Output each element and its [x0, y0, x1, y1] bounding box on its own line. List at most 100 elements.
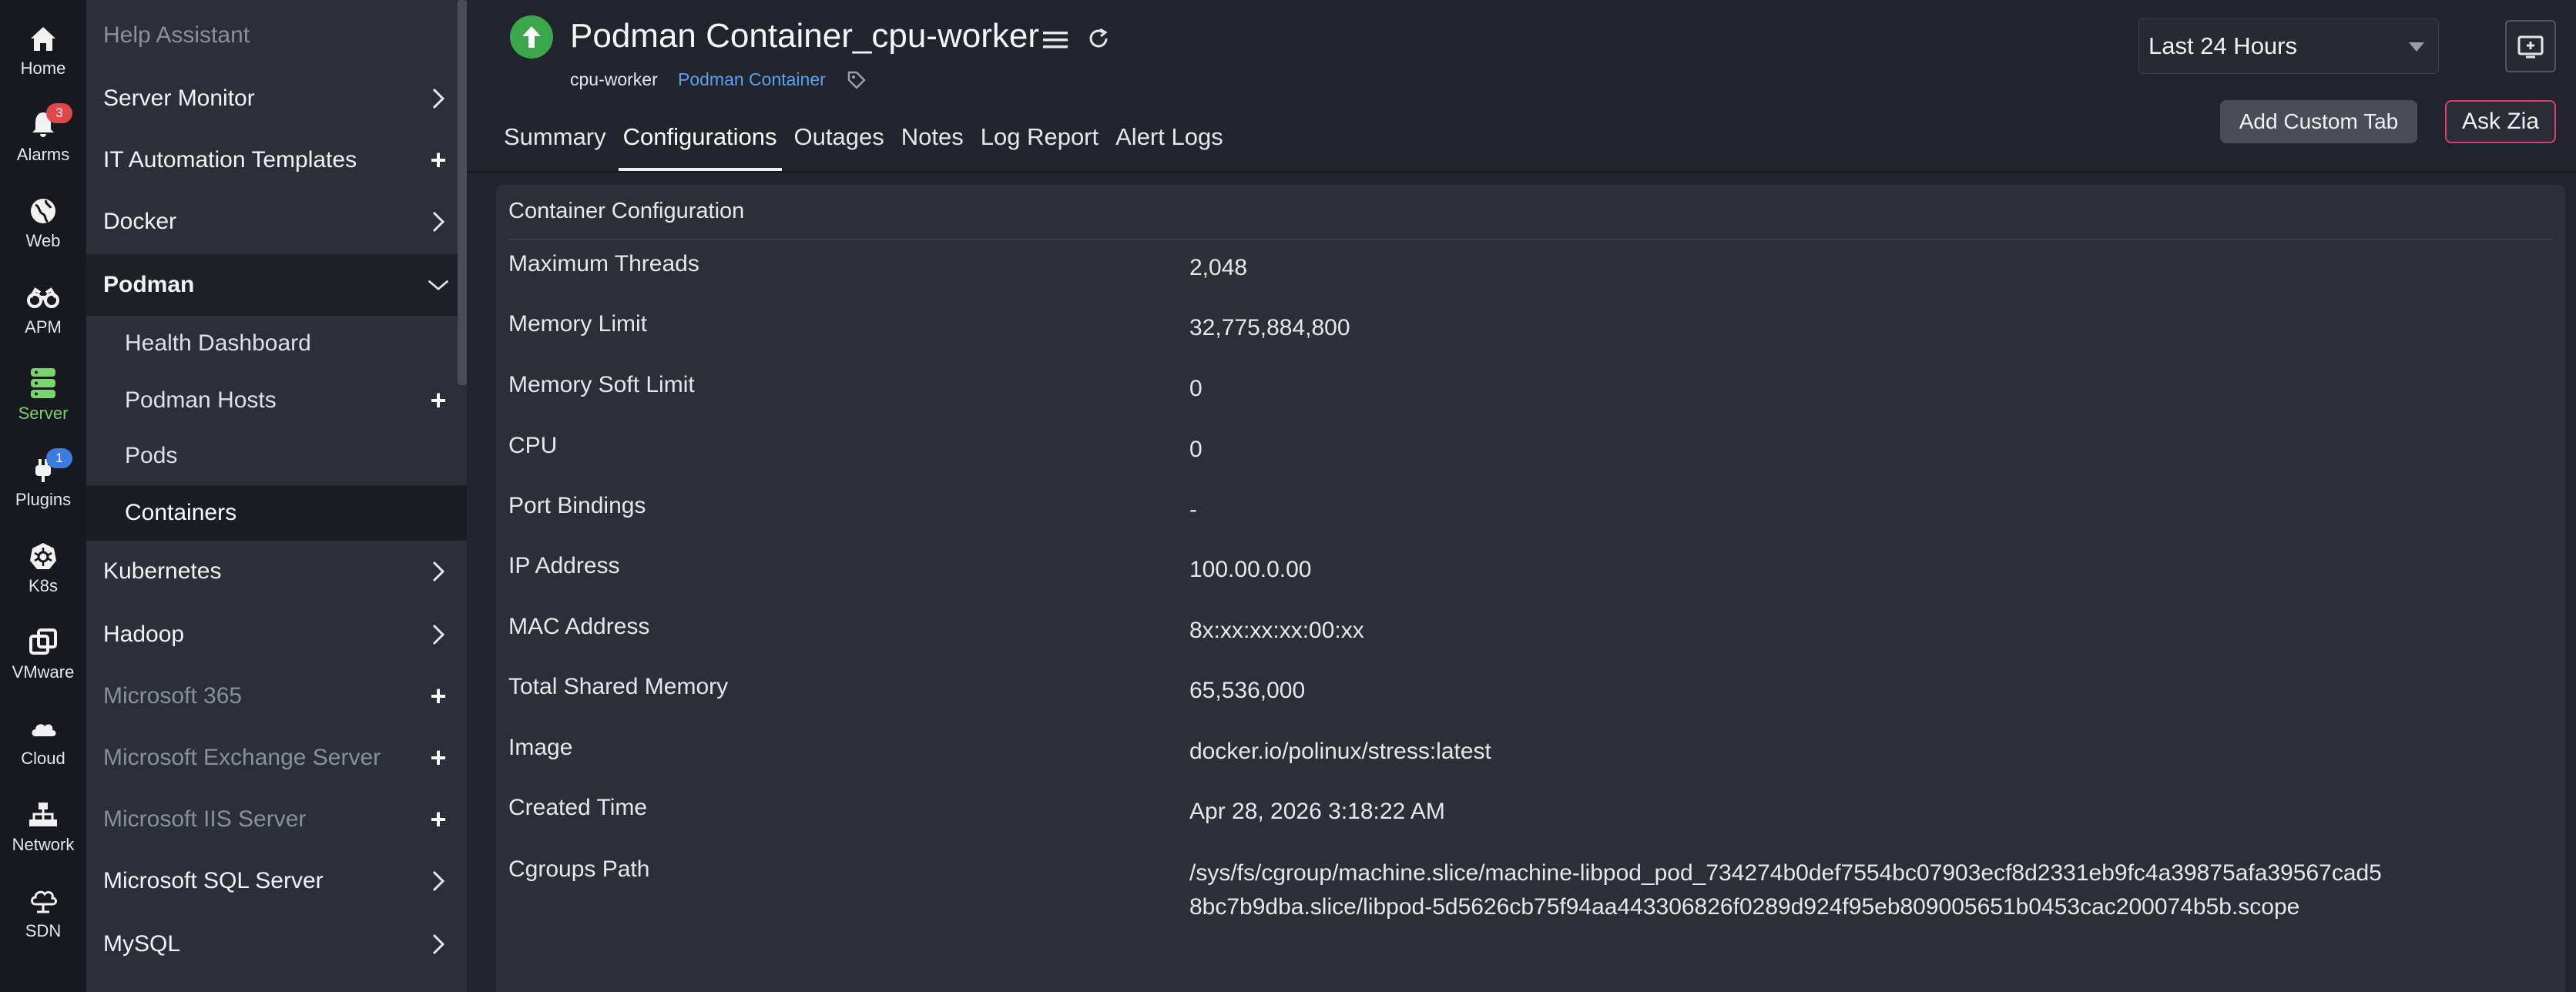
- rail-item-server[interactable]: Server: [0, 345, 86, 425]
- rail-item-home[interactable]: Home: [0, 0, 86, 80]
- cloud-icon: [26, 712, 60, 746]
- config-row: Memory Soft Limit 0: [508, 360, 2550, 420]
- ask-zia-button[interactable]: Ask Zia: [2445, 100, 2556, 143]
- icon-rail: Home 3 Alarms Web APM Server 1 Plugins K…: [0, 0, 86, 992]
- nav-sidebar: Help Assistant Server Monitor IT Automat…: [86, 0, 467, 992]
- time-range-value: Last 24 Hours: [2148, 32, 2297, 59]
- nav-sub-label: Health Dashboard: [125, 330, 311, 356]
- config-key: Port Bindings: [508, 493, 646, 518]
- rail-label: Web: [25, 231, 61, 250]
- bell-icon: 3: [26, 103, 72, 142]
- nav-sub-health-dashboard[interactable]: Health Dashboard: [86, 316, 467, 371]
- nav-item-microsoft-exchange-server[interactable]: Microsoft Exchange Server +: [86, 727, 467, 789]
- nav-item-label: Microsoft IIS Server: [103, 806, 307, 832]
- chevron-right-icon: [427, 623, 450, 646]
- network-icon: [26, 798, 60, 832]
- nav-item-microsoft-iis-server[interactable]: Microsoft IIS Server +: [86, 789, 467, 850]
- nav-item-help-assistant[interactable]: Help Assistant: [86, 5, 467, 66]
- config-row: Created Time Apr 28, 2026 3:18:22 AM: [508, 783, 2550, 843]
- rail-item-cloud[interactable]: Cloud: [0, 690, 86, 770]
- card-title: Container Configuration: [508, 199, 745, 223]
- config-value: 8x:xx:xx:xx:00:xx: [1189, 618, 1364, 643]
- rail-item-vmware[interactable]: VMware: [0, 604, 86, 684]
- plugins-count-badge: 1: [46, 448, 72, 468]
- config-key: Memory Limit: [508, 311, 648, 337]
- tab-outages[interactable]: Outages: [794, 116, 884, 171]
- add-custom-tab-button[interactable]: Add Custom Tab: [2220, 100, 2417, 143]
- config-key: IP Address: [508, 553, 620, 578]
- config-value: 0: [1189, 437, 1202, 462]
- nav-item-kubernetes[interactable]: Kubernetes: [86, 541, 467, 602]
- config-key: Total Shared Memory: [508, 674, 729, 699]
- tab-alert-logs[interactable]: Alert Logs: [1115, 116, 1223, 171]
- config-key: Image: [508, 735, 573, 760]
- rail-item-apm[interactable]: APM: [0, 259, 86, 339]
- config-row: IP Address 100.00.0.00: [508, 541, 2550, 601]
- nav-item-docker[interactable]: Docker: [86, 191, 467, 253]
- config-value: 0: [1189, 376, 1202, 401]
- plus-icon[interactable]: +: [427, 387, 450, 414]
- k8s-icon: [26, 539, 60, 573]
- config-value: 65,536,000: [1189, 678, 1306, 703]
- nav-scrollbar[interactable]: [458, 0, 467, 385]
- rail-label: Plugins: [15, 490, 72, 509]
- menu-icon[interactable]: [1040, 25, 1071, 55]
- config-key: Memory Soft Limit: [508, 372, 695, 397]
- rail-label: Home: [20, 59, 66, 78]
- config-row: Image docker.io/polinux/stress:latest: [508, 722, 2550, 783]
- rail-item-plugins[interactable]: 1 Plugins: [0, 431, 86, 511]
- tab-log-report[interactable]: Log Report: [981, 116, 1098, 171]
- nav-item-label: Kubernetes: [103, 558, 222, 584]
- config-value: Apr 28, 2026 3:18:22 AM: [1189, 799, 1445, 824]
- plus-icon[interactable]: +: [427, 744, 450, 772]
- nav-item-podman[interactable]: Podman: [86, 254, 467, 316]
- display-mode-button[interactable]: [2505, 20, 2556, 72]
- chevron-down-icon: [427, 273, 450, 297]
- config-key: MAC Address: [508, 614, 650, 639]
- rail-label: Cloud: [21, 749, 65, 768]
- chevron-right-icon: [427, 870, 450, 893]
- nav-item-hadoop[interactable]: Hadoop: [86, 604, 467, 665]
- tag-icon[interactable]: [844, 68, 869, 92]
- chevron-right-icon: [427, 560, 450, 583]
- header-divider: [467, 171, 2576, 173]
- monitor-name: cpu-worker: [570, 69, 658, 89]
- plus-icon[interactable]: +: [427, 682, 450, 710]
- nav-item-mysql[interactable]: MySQL: [86, 913, 467, 975]
- nav-item-label: Microsoft SQL Server: [103, 868, 324, 893]
- config-key: CPU: [508, 433, 558, 458]
- page-header: Podman Container_cpu-worker cpu-worker P…: [467, 0, 2576, 171]
- time-range-select[interactable]: Last 24 Hours: [2138, 18, 2439, 74]
- caret-down-icon: [2409, 42, 2424, 52]
- rail-item-network[interactable]: Network: [0, 776, 86, 856]
- nav-sub-pods[interactable]: Pods: [86, 428, 467, 484]
- nav-item-microsoft-365[interactable]: Microsoft 365 +: [86, 665, 467, 727]
- rail-item-k8s[interactable]: K8s: [0, 518, 86, 598]
- tab-notes[interactable]: Notes: [901, 116, 964, 171]
- plug-icon: 1: [26, 448, 72, 487]
- tab-bar: Summary Configurations Outages Notes Log…: [504, 116, 1240, 171]
- nav-item-server-monitor[interactable]: Server Monitor: [86, 68, 467, 129]
- globe-icon: [26, 194, 60, 228]
- nav-sub-containers[interactable]: Containers: [86, 485, 467, 541]
- tab-summary[interactable]: Summary: [504, 116, 606, 171]
- status-up-icon: [510, 15, 553, 59]
- nav-item-label: Hadoop: [103, 622, 185, 647]
- plus-icon[interactable]: +: [427, 806, 450, 833]
- rail-item-web[interactable]: Web: [0, 173, 86, 253]
- tab-configurations[interactable]: Configurations: [618, 116, 782, 171]
- config-value: docker.io/polinux/stress:latest: [1189, 739, 1491, 764]
- nav-sub-podman-hosts[interactable]: Podman Hosts +: [86, 373, 467, 428]
- config-value: -: [1189, 497, 1197, 522]
- nav-item-microsoft-sql-server[interactable]: Microsoft SQL Server: [86, 850, 467, 912]
- sdn-icon: [26, 884, 60, 918]
- config-value: 100.00.0.00: [1189, 557, 1312, 582]
- nav-item-it-automation-templates[interactable]: IT Automation Templates +: [86, 129, 467, 191]
- refresh-icon[interactable]: [1083, 23, 1114, 54]
- monitor-type-link[interactable]: Podman Container: [678, 69, 826, 90]
- plus-icon[interactable]: +: [427, 146, 450, 174]
- page-title: Podman Container_cpu-worker: [570, 17, 1039, 55]
- config-row: MAC Address 8x:xx:xx:xx:00:xx: [508, 602, 2550, 662]
- rail-item-sdn[interactable]: SDN: [0, 863, 86, 943]
- rail-item-alarms[interactable]: 3 Alarms: [0, 86, 86, 166]
